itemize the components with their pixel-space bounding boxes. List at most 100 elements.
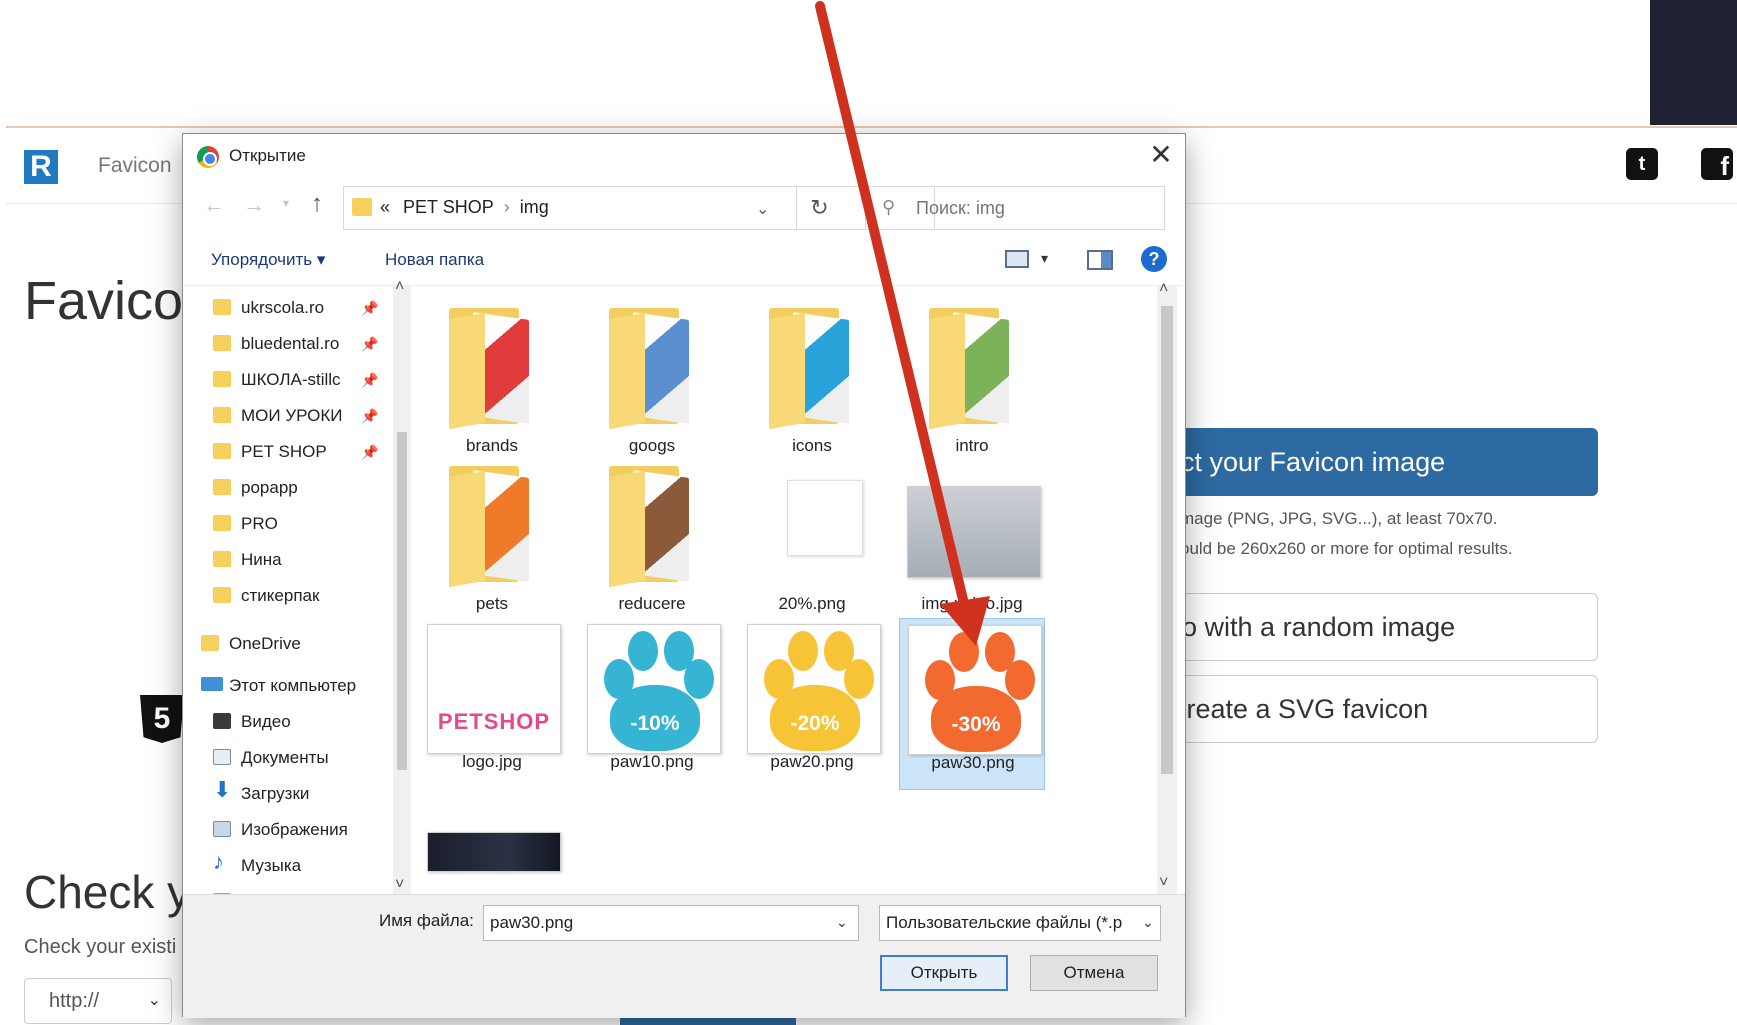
file-item[interactable]: -10% paw10.png (579, 618, 725, 790)
nav-tree-label: PRO (241, 514, 278, 533)
documents-icon (213, 749, 231, 765)
scroll-down-icon[interactable]: ˅ (1159, 874, 1168, 892)
refresh-icon[interactable]: ↻ (796, 187, 842, 229)
file-open-dialog: Открытие ✕ ← → ▾ ↑ « PET SHOP › img ⌄ ↻ ⚲ (182, 133, 1186, 1018)
breadcrumb-item-img[interactable]: img (520, 197, 549, 217)
nav-tree-item[interactable]: bluedental.ro 📌 (183, 326, 383, 362)
file-item[interactable]: img-video.jpg (899, 460, 1045, 632)
nav-tree-item[interactable]: ukrscola.ro 📌 (183, 290, 383, 326)
file-name: paw20.png (770, 752, 854, 771)
filename-label: Имя файла: (379, 911, 474, 930)
nav-tree-item[interactable]: Этот компьютер (183, 668, 383, 704)
file-list-scrollbar-thumb[interactable] (1161, 306, 1173, 774)
file-list: brands googs icons intro pets reducere 20%.png… (411, 286, 1157, 894)
folder-icon (437, 466, 547, 588)
chrome-icon (197, 146, 219, 168)
nav-tree-item[interactable]: стикерпак (183, 578, 383, 614)
scroll-up-icon[interactable]: ˄ (395, 278, 404, 296)
folder-item[interactable]: pets (419, 460, 565, 632)
file-item[interactable] (419, 776, 565, 894)
site-logo[interactable]: R (24, 150, 58, 184)
chevron-down-icon[interactable]: ⌄ (836, 914, 848, 931)
facebook-icon[interactable]: f (1701, 148, 1733, 180)
twitter-icon[interactable]: t (1626, 148, 1658, 180)
pictures-icon (213, 821, 231, 837)
image-thumbnail: -30% (908, 625, 1042, 755)
search-input[interactable] (916, 198, 1146, 219)
nav-tree-item[interactable]: ШКОЛА-stillc 📌 (183, 362, 383, 398)
recent-locations-chevron-icon[interactable]: ▾ (283, 196, 289, 210)
close-button[interactable]: ✕ (1143, 138, 1179, 174)
cancel-button[interactable]: Отмена (1030, 955, 1158, 991)
filetype-select[interactable]: Пользовательские файлы (*.p ⌄ (879, 905, 1161, 941)
file-item[interactable]: -20% paw20.png (739, 618, 885, 790)
nav-tree-item[interactable]: Изображения (183, 812, 383, 848)
file-item[interactable]: 20%.png (739, 460, 885, 632)
organize-button[interactable]: Упорядочить ▾ (211, 250, 325, 270)
file-item[interactable]: PETSHOP logo.jpg (419, 618, 565, 790)
up-arrow-icon[interactable]: ↑ (311, 190, 323, 218)
nav-tree-item[interactable]: ⬇ Загрузки (183, 776, 383, 812)
image-thumbnail: -20% (747, 624, 881, 754)
check-section-title: Check y (24, 866, 191, 918)
url-protocol-select[interactable]: http:// ⌄ (24, 978, 172, 1024)
dialog-titlebar: Открытие ✕ (183, 134, 1185, 178)
folder-icon (213, 443, 231, 459)
nav-tree-label: Документы (241, 748, 329, 767)
filename-input[interactable] (490, 913, 810, 933)
nav-tree-item[interactable]: PRO (183, 506, 383, 542)
scroll-up-icon[interactable]: ˄ (1159, 280, 1168, 298)
scroll-down-icon[interactable]: ˅ (395, 876, 404, 894)
image-thumbnail (427, 782, 561, 894)
create-svg-favicon-button[interactable]: Create a SVG favicon (1150, 675, 1598, 743)
folder-item[interactable]: googs (579, 302, 725, 474)
filename-combobox[interactable]: ⌄ (483, 905, 859, 941)
download-icon: ⬇ (213, 777, 232, 802)
new-folder-button[interactable]: Новая папка (385, 250, 484, 270)
file-item[interactable]: -30% paw30.png (899, 618, 1045, 790)
navigation-scrollbar-thumb[interactable] (397, 432, 407, 770)
nav-tree-label: Нина (241, 550, 282, 569)
preview-pane-icon[interactable] (1087, 250, 1113, 270)
image-thumbnail (907, 466, 1041, 586)
nav-tree-label: МОИ УРОКИ (241, 406, 343, 425)
random-image-demo-button[interactable]: no with a random image (1150, 593, 1598, 661)
nav-tree-item[interactable]: ♪ Музыка (183, 848, 383, 884)
address-bar[interactable]: « PET SHOP › img ⌄ ↻ (343, 186, 935, 230)
help-icon[interactable]: ? (1141, 246, 1167, 272)
nav-tree-item[interactable]: Видео (183, 704, 383, 740)
folder-item[interactable]: icons (739, 302, 885, 474)
nav-link-favicon[interactable]: Favicon (98, 154, 172, 178)
chevron-down-icon: ⌄ (147, 992, 161, 1009)
nav-tree-item[interactable]: PET SHOP 📌 (183, 434, 383, 470)
breadcrumb: « PET SHOP › img (380, 197, 549, 218)
music-icon: ♪ (213, 849, 224, 874)
nav-tree-item[interactable]: Объемные объекты (183, 884, 397, 894)
nav-tree-label: Загрузки (241, 784, 310, 803)
search-box[interactable]: ⚲ (865, 186, 1165, 230)
folder-item[interactable]: intro (899, 302, 1045, 474)
nav-tree-item[interactable]: Нина (183, 542, 383, 578)
nav-tree-item[interactable]: МОИ УРОКИ 📌 (183, 398, 383, 434)
breadcrumb-overflow[interactable]: « (380, 197, 390, 217)
image-thumbnail: -10% (587, 624, 721, 754)
open-button[interactable]: Открыть (880, 955, 1008, 991)
breadcrumb-item-pet-shop[interactable]: PET SHOP (403, 197, 494, 217)
back-arrow-icon[interactable]: ← (203, 192, 225, 218)
file-name: pets (475, 594, 509, 613)
nav-tree-item[interactable]: Документы (183, 740, 383, 776)
select-image-button[interactable]: ect your Favicon image (1150, 428, 1598, 496)
change-view-icon[interactable] (1005, 250, 1029, 268)
chevron-down-icon[interactable]: ▾ (1041, 250, 1048, 267)
image-hint: mage (PNG, JPG, SVG...), at least 70x70. (1180, 509, 1498, 528)
chevron-down-icon[interactable]: ⌄ (756, 199, 769, 219)
folder-item[interactable]: reducere (579, 460, 725, 632)
chevron-down-icon[interactable]: ⌄ (1142, 914, 1154, 931)
nav-tree-item[interactable]: popapp (183, 470, 383, 506)
nav-tree-item[interactable]: OneDrive (183, 626, 383, 662)
folder-item[interactable]: brands (419, 302, 565, 474)
forward-arrow-icon[interactable]: → (243, 192, 265, 218)
html5-icon: 5 (140, 695, 184, 743)
nav-tree-label: bluedental.ro (241, 334, 340, 353)
folder-icon (597, 466, 707, 588)
